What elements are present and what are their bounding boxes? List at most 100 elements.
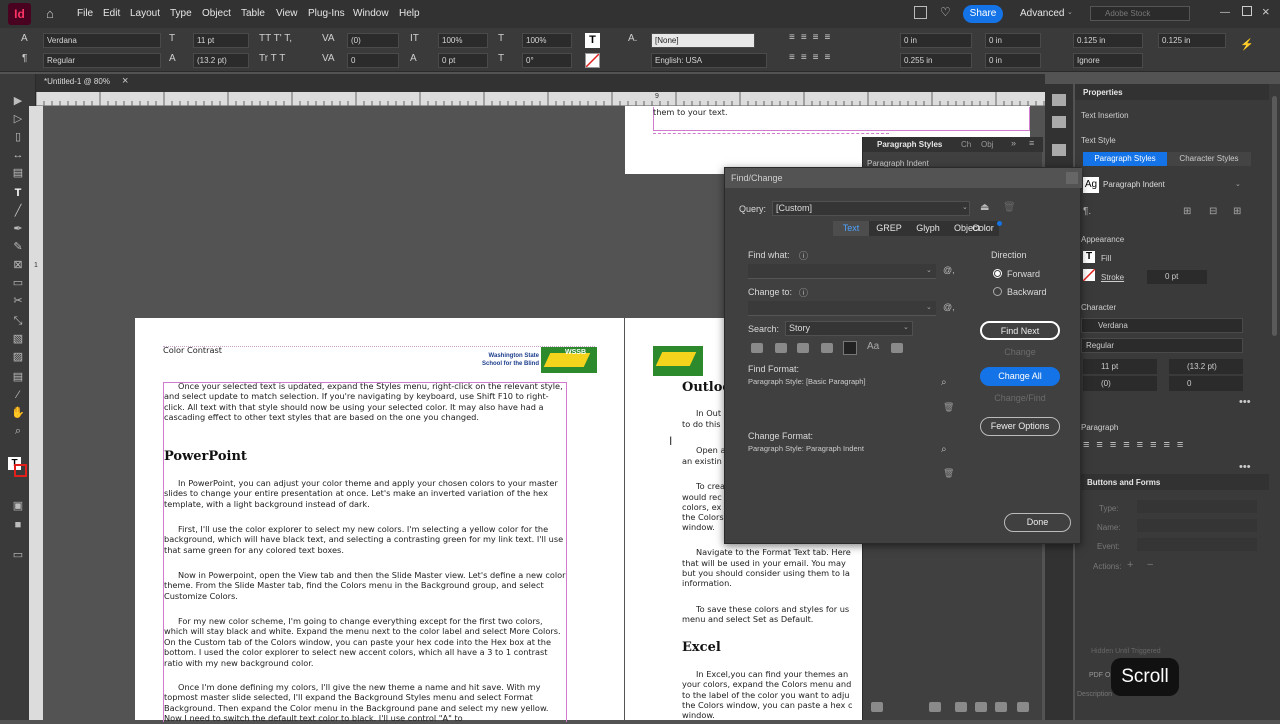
small-caps-icon[interactable]: Tr T T bbox=[259, 53, 285, 64]
properties-title[interactable]: Properties bbox=[1083, 88, 1123, 97]
tab-color[interactable]: Color bbox=[967, 221, 999, 236]
publish-icon[interactable] bbox=[914, 6, 927, 19]
eyedropper-tool-icon[interactable]: ⁄ bbox=[10, 388, 26, 402]
leading-field[interactable]: (13.2 pt) bbox=[193, 53, 249, 68]
font-style-field[interactable]: Regular bbox=[43, 53, 161, 68]
menu-window[interactable]: Window bbox=[353, 8, 389, 19]
trash-icon[interactable] bbox=[1017, 702, 1029, 712]
selection-tool-icon[interactable]: ▶ bbox=[10, 94, 26, 108]
pages-panel-icon[interactable] bbox=[1052, 94, 1066, 106]
leading-prop-field[interactable]: (13.2 pt) bbox=[1169, 359, 1243, 374]
panel-footer-icons[interactable] bbox=[871, 702, 1031, 712]
page-tool-icon[interactable]: ▯ bbox=[10, 130, 26, 144]
kerning-field[interactable]: (0) bbox=[347, 33, 399, 48]
font-family-prop-field[interactable]: Verdana bbox=[1081, 318, 1243, 333]
gradient-feather-icon[interactable]: ▨ bbox=[10, 350, 26, 364]
query-select[interactable]: [Custom] bbox=[772, 201, 970, 216]
paragraph-style-value[interactable]: Paragraph Indent bbox=[1103, 180, 1165, 189]
chevron-down-icon[interactable]: ⌄ bbox=[1235, 180, 1241, 188]
expand-panel-icon[interactable]: » bbox=[1011, 138, 1016, 148]
include-locked-layers-icon[interactable] bbox=[751, 343, 763, 353]
forward-label[interactable]: Forward bbox=[1007, 269, 1040, 279]
menu-view[interactable]: View bbox=[276, 8, 298, 19]
case-sensitive-icon[interactable]: Aa bbox=[867, 341, 879, 352]
menu-edit[interactable]: Edit bbox=[103, 8, 120, 19]
hand-tool-icon[interactable]: ✋ bbox=[10, 406, 26, 420]
document-tab[interactable]: *Untitled-1 @ 80% bbox=[44, 77, 110, 86]
font-size-field[interactable]: 11 pt bbox=[193, 33, 249, 48]
apply-color-icon[interactable]: ■ bbox=[10, 518, 26, 532]
baseline-field[interactable]: 0 pt bbox=[438, 53, 488, 68]
font-size-prop-field[interactable]: 11 pt bbox=[1083, 359, 1157, 374]
layers-panel-icon[interactable] bbox=[1052, 116, 1066, 128]
tab-object-styles[interactable]: Obj bbox=[981, 140, 993, 149]
left-indent-field[interactable]: 0 in bbox=[900, 33, 972, 48]
space-after-field[interactable]: 0.125 in bbox=[1158, 33, 1226, 48]
change-format-box[interactable]: Paragraph Style: Paragraph Indent bbox=[748, 444, 936, 490]
share-button[interactable]: Share bbox=[963, 5, 1003, 23]
align-icons[interactable]: ≡≡≡≡ bbox=[789, 32, 836, 43]
menu-layout[interactable]: Layout bbox=[130, 8, 160, 19]
specify-find-format-icon[interactable]: ⌕ bbox=[941, 377, 947, 388]
space-before-field[interactable]: 0.125 in bbox=[1073, 33, 1143, 48]
specify-change-format-icon[interactable]: ⌕ bbox=[941, 444, 947, 455]
find-format-box[interactable]: Paragraph Style: [Basic Paragraph] bbox=[748, 377, 936, 423]
character-mode-icon[interactable]: A bbox=[21, 33, 28, 44]
line-tool-icon[interactable]: ╱ bbox=[10, 204, 26, 218]
gradient-tool-icon[interactable]: ▧ bbox=[10, 332, 26, 346]
font-family-field[interactable]: Verdana bbox=[43, 33, 161, 48]
include-hidden-layers-icon[interactable] bbox=[797, 343, 809, 353]
page-left[interactable]: Color Contrast Washington State School f… bbox=[135, 318, 624, 723]
backward-label[interactable]: Backward bbox=[1007, 287, 1047, 297]
backward-radio[interactable] bbox=[993, 287, 1002, 296]
buttons-forms-title[interactable]: Buttons and Forms bbox=[1087, 478, 1160, 487]
vertical-ruler[interactable]: 1 bbox=[29, 106, 43, 720]
grid-align-field[interactable]: Ignore bbox=[1073, 53, 1143, 68]
maximize-icon[interactable] bbox=[1242, 6, 1252, 16]
tab-character-styles[interactable]: Ch bbox=[961, 140, 971, 149]
text-fill-icon[interactable]: T bbox=[585, 33, 600, 48]
lightning-icon[interactable]: ⚡ bbox=[1240, 38, 1254, 51]
horizontal-ruler[interactable]: 9 bbox=[36, 92, 1045, 106]
right-indent-field[interactable]: 0 in bbox=[985, 33, 1041, 48]
paragraph-align-icons[interactable]: ≡≡≡≡≡≡≡≡ bbox=[1083, 439, 1190, 451]
last-line-indent-field[interactable]: 0 in bbox=[985, 53, 1041, 68]
panel-menu-icon[interactable]: ≡ bbox=[1029, 138, 1034, 148]
tab-text[interactable]: Text bbox=[833, 221, 869, 236]
first-line-indent-field[interactable]: 0.255 in bbox=[900, 53, 972, 68]
menu-file[interactable]: File bbox=[77, 8, 93, 19]
tracking-prop-field[interactable]: 0 bbox=[1169, 376, 1243, 391]
adobe-stock-search[interactable]: Adobe Stock bbox=[1090, 6, 1190, 21]
home-icon[interactable]: ⌂ bbox=[46, 6, 54, 21]
direct-selection-tool-icon[interactable]: ▷ bbox=[10, 112, 26, 126]
clear-icon[interactable] bbox=[975, 702, 987, 712]
pdf-options-label[interactable]: PDF O bbox=[1089, 672, 1110, 679]
more-options-icon-2[interactable]: ••• bbox=[1239, 461, 1251, 473]
chevron-down-icon[interactable]: ⌄ bbox=[926, 303, 932, 311]
justify-icons[interactable]: ≡≡≡≡ bbox=[789, 52, 836, 63]
skew-field[interactable]: 0° bbox=[522, 53, 572, 68]
new-style-icon[interactable] bbox=[955, 702, 967, 712]
special-characters-change-icon[interactable]: @, bbox=[943, 302, 955, 312]
tab-paragraph-styles-prop[interactable]: Paragraph Styles bbox=[1083, 152, 1167, 166]
include-locked-stories-icon[interactable] bbox=[775, 343, 787, 353]
new-style-icon[interactable]: ⊞ bbox=[1183, 206, 1191, 217]
menu-type[interactable]: Type bbox=[170, 8, 192, 19]
chevron-down-icon[interactable]: ⌄ bbox=[926, 266, 932, 274]
include-footnotes-icon[interactable] bbox=[843, 341, 857, 355]
stroke-swatch-icon[interactable] bbox=[14, 464, 27, 477]
search-scope-select[interactable]: Story bbox=[785, 321, 913, 336]
pen-tool-icon[interactable]: ✒ bbox=[10, 222, 26, 236]
stroke-panel-icon[interactable] bbox=[1052, 144, 1066, 156]
vertical-scale-field[interactable]: 100% bbox=[438, 33, 488, 48]
language-field[interactable]: English: USA bbox=[651, 53, 767, 68]
tracking-field[interactable]: 0 bbox=[347, 53, 399, 68]
free-transform-tool-icon[interactable]: ⤡ bbox=[10, 314, 26, 328]
forward-radio[interactable] bbox=[993, 269, 1002, 278]
more-options-icon[interactable]: ••• bbox=[1239, 396, 1251, 408]
done-button[interactable]: Done bbox=[1004, 513, 1071, 532]
menu-table[interactable]: Table bbox=[241, 8, 265, 19]
tab-paragraph-styles[interactable]: Paragraph Styles bbox=[877, 140, 942, 149]
workspace-switcher[interactable]: Advanced bbox=[1020, 8, 1064, 19]
scroll-thumb[interactable] bbox=[1272, 96, 1277, 336]
